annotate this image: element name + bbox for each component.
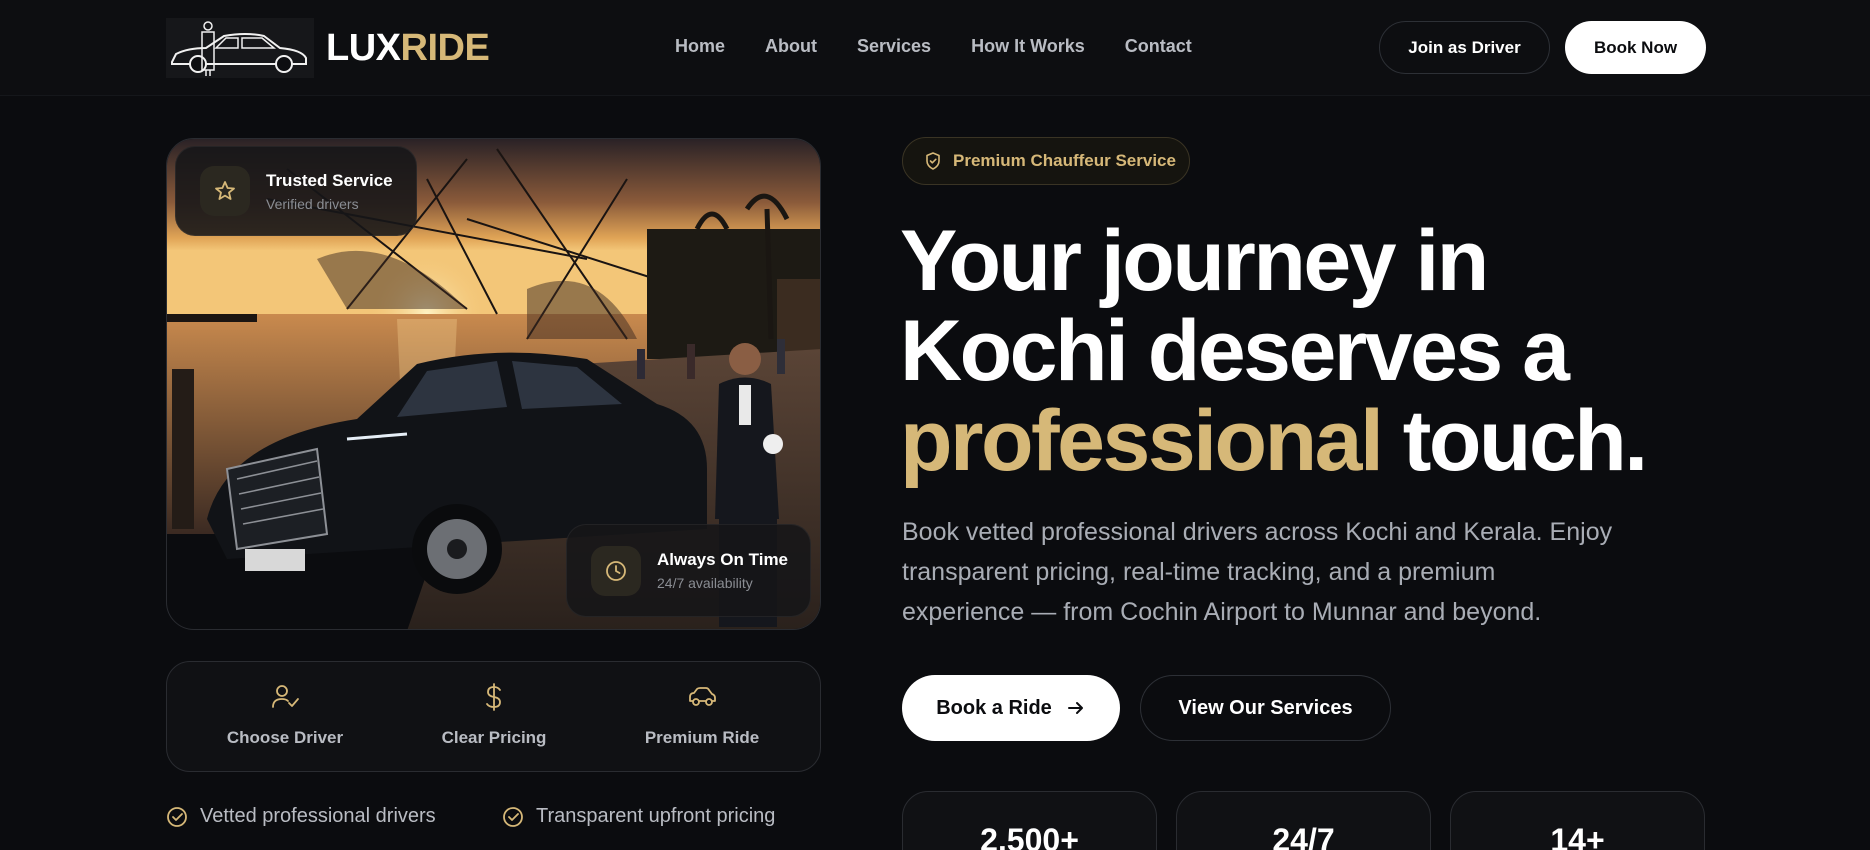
stat-value: 24/7 [1272,822,1335,850]
dollar-icon [486,683,501,711]
stat-card: 14+ [1450,791,1705,850]
nav-home[interactable]: Home [675,36,725,57]
stat-card: 24/7 [1176,791,1431,850]
brand-name-lux: LUX [326,26,401,69]
premium-service-label: Premium Chauffeur Service [953,151,1176,170]
stat-value: 14+ [1550,822,1605,850]
always-on-time-title: Always On Time [657,550,789,569]
book-a-ride-button[interactable]: Book a Ride [902,675,1120,741]
trusted-service-subtitle: Verified drivers [266,195,359,212]
shield-check-icon [926,152,940,170]
feature-clear-pricing-label: Clear Pricing [441,728,547,747]
stat-value: 2,500+ [980,822,1079,850]
feature-choose-driver-label: Choose Driver [226,728,344,747]
feature-premium-ride: Premium Ride [602,662,802,773]
nav-about[interactable]: About [765,36,817,57]
trusted-service-badge: Trusted Service Verified drivers [175,146,417,236]
feature-premium-ride-label: Premium Ride [644,728,760,747]
hero-subtitle: Book vetted professional drivers across … [902,518,1613,626]
site-header: LUXRIDE Home About Services How It Works… [0,0,1870,96]
brand-wordmark: LUXRIDE [326,26,490,70]
headline-line-1: Your journey in [900,213,1489,309]
check-item-label: Vetted professional drivers [200,805,436,827]
always-on-time-badge: Always On Time 24/7 availability [566,524,811,617]
clock-icon [591,545,641,596]
join-as-driver-button[interactable]: Join as Driver [1379,21,1550,74]
view-services-button[interactable]: View Our Services [1140,675,1391,741]
check-item-vetted: Vetted professional drivers [166,805,436,828]
car-chauffeur-logo-icon [166,18,314,78]
main-nav: Home About Services How It Works Contact [675,36,1192,57]
always-on-time-subtitle: 24/7 availability [657,575,753,591]
check-item-label: Transparent upfront pricing [536,805,776,827]
check-item-pricing: Transparent upfront pricing [502,805,775,828]
trusted-service-title: Trusted Service [266,170,393,190]
nav-how-it-works[interactable]: How It Works [971,36,1085,57]
nav-services[interactable]: Services [857,36,931,57]
nav-contact[interactable]: Contact [1125,36,1192,57]
arrow-right-icon [1067,702,1083,714]
brand-logo[interactable]: LUXRIDE [166,18,490,78]
book-now-button[interactable]: Book Now [1565,21,1706,74]
hero-headline: Your journey in Kochi deserves a profess… [900,216,1800,486]
star-icon [200,166,250,216]
user-check-icon [272,685,299,708]
book-a-ride-label: Book a Ride [936,696,1052,719]
brand-name-ride: RIDE [400,26,490,69]
car-icon [689,687,716,706]
feature-clear-pricing: Clear Pricing [394,662,594,773]
stat-card: 2,500+ [902,791,1157,850]
headline-end: touch. [1381,393,1648,489]
headline-highlight: professional [900,393,1384,489]
check-circle-icon [167,806,187,827]
headline-line-2: Kochi deserves a [900,303,1570,399]
premium-service-pill: Premium Chauffeur Service [902,137,1190,185]
features-strip: Choose Driver Clear Pricing Premium Ride [166,661,821,772]
feature-choose-driver: Choose Driver [185,662,385,773]
check-circle-icon [503,806,523,827]
